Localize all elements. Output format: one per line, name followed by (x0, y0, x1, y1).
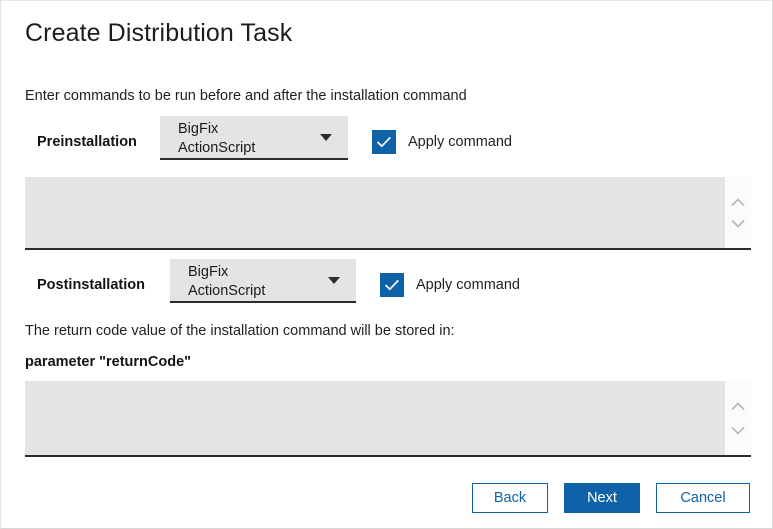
postinstallation-apply-command-label: Apply command (416, 277, 520, 293)
chevron-down-icon[interactable] (725, 419, 751, 441)
postinstallation-scrollbar[interactable] (725, 381, 751, 455)
preinstallation-script-type-dropdown[interactable]: BigFix ActionScript (160, 116, 348, 160)
chevron-down-icon (328, 277, 340, 284)
create-distribution-task-dialog: Create Distribution Task Enter commands … (0, 0, 773, 529)
preinstallation-label: Preinstallation (37, 134, 137, 150)
postinstallation-dropdown-value: BigFix ActionScript (188, 264, 266, 299)
chevron-up-icon[interactable] (725, 191, 751, 213)
return-code-description: The return code value of the installatio… (25, 323, 455, 339)
postinstallation-command-textarea-container[interactable] (25, 381, 751, 457)
chevron-down-icon[interactable] (725, 212, 751, 234)
postinstallation-command-input[interactable] (25, 381, 725, 455)
next-button[interactable]: Next (564, 483, 640, 513)
preinstallation-command-input[interactable] (25, 177, 725, 248)
chevron-down-icon (320, 134, 332, 141)
preinstallation-dropdown-value: BigFix ActionScript (178, 121, 256, 156)
preinstallation-apply-command-checkbox[interactable]: Apply command (372, 130, 512, 154)
preinstallation-command-textarea-container[interactable] (25, 177, 751, 250)
chevron-up-icon[interactable] (725, 395, 751, 417)
intro-description: Enter commands to be run before and afte… (25, 88, 467, 104)
return-code-parameter: parameter "returnCode" (25, 354, 192, 370)
preinstallation-apply-command-label: Apply command (408, 134, 512, 150)
postinstallation-apply-command-checkbox[interactable]: Apply command (380, 273, 520, 297)
preinstallation-scrollbar[interactable] (725, 177, 751, 248)
back-button[interactable]: Back (472, 483, 548, 513)
checkbox-box[interactable] (372, 130, 396, 154)
checkbox-box[interactable] (380, 273, 404, 297)
cancel-button[interactable]: Cancel (656, 483, 750, 513)
checkmark-icon (376, 136, 391, 148)
postinstallation-script-type-dropdown[interactable]: BigFix ActionScript (170, 259, 356, 303)
postinstallation-label: Postinstallation (37, 277, 145, 293)
page-title: Create Distribution Task (25, 19, 293, 47)
checkmark-icon (384, 279, 399, 291)
